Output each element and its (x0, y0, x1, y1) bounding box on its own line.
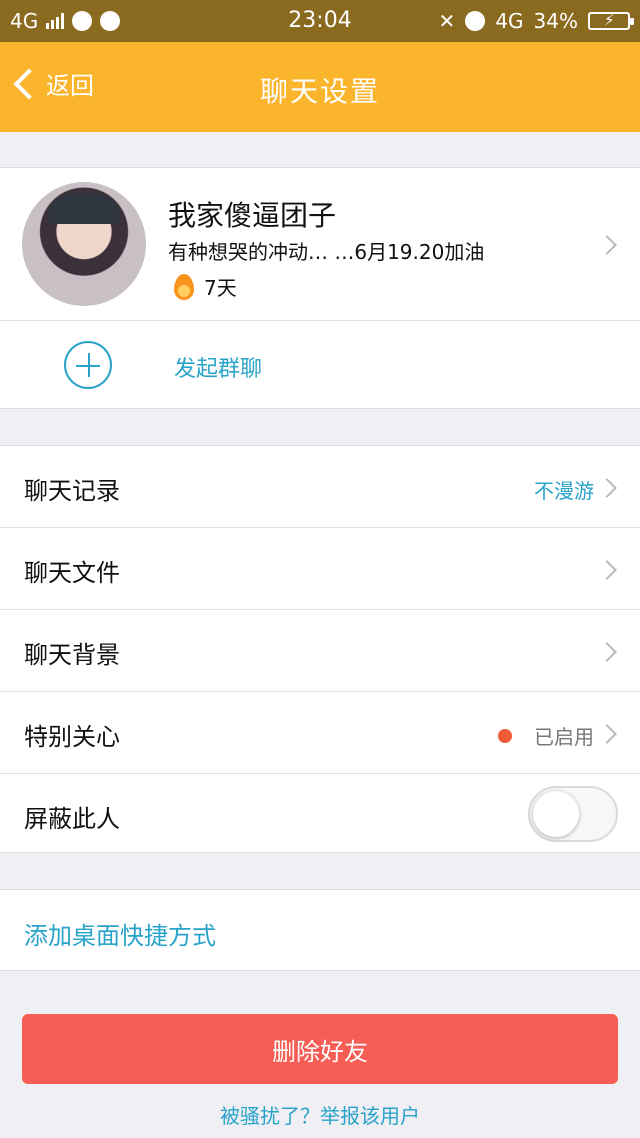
report-user-link[interactable]: 被骚扰了？举报该用户 (0, 1100, 640, 1129)
special-care-row[interactable]: 特别关心 已启用 (0, 692, 640, 774)
plus-circle-icon[interactable] (64, 341, 112, 389)
chat-history-label: 聊天记录 (24, 477, 120, 505)
avatar[interactable] (22, 182, 146, 306)
special-care-value: 已启用 (534, 725, 594, 749)
flame-icon (174, 273, 194, 300)
start-group-chat-label[interactable]: 发起群聊 (174, 351, 262, 383)
chevron-right-icon (597, 642, 617, 662)
start-group-chat-row[interactable]: 发起群聊 (0, 321, 640, 409)
chat-files-row[interactable]: 聊天文件 (0, 528, 640, 610)
settings-list: 聊天记录 不漫游 聊天文件 聊天背景 特别关心 已启用 屏蔽此人 (0, 445, 640, 853)
profile-name[interactable]: 我家傻逼团子 (168, 194, 336, 234)
page-title: 聊天设置 (259, 75, 380, 108)
block-user-label: 屏蔽此人 (24, 805, 120, 833)
profile-card: 我家傻逼团子 有种想哭的冲动… …6月19.20加油 7天 发起群聊 (0, 167, 640, 409)
delete-friend-button[interactable]: 删除好友 (22, 1014, 618, 1084)
status-right: ✕ 4G 34% ⚡ (438, 9, 634, 33)
battery-percent: 34% (533, 9, 578, 33)
toggle-knob (533, 791, 579, 837)
status-bar: 4G 23:04 ✕ 4G 34% ⚡ (0, 0, 640, 42)
network-label-right: 4G (495, 9, 524, 33)
profile-chevron-icon[interactable] (597, 235, 617, 255)
delete-friend-label: 删除好友 (272, 1037, 368, 1066)
profile-signature: 有种想哭的冲动… …6月19.20加油 (168, 240, 485, 264)
chevron-right-icon (597, 478, 617, 498)
battery-icon: ⚡ (588, 11, 634, 30)
mute-icon: ✕ (438, 9, 456, 33)
chat-background-row[interactable]: 聊天背景 (0, 610, 640, 692)
status-dot-icon (498, 729, 512, 743)
add-shortcut-label[interactable]: 添加桌面快捷方式 (24, 916, 216, 951)
chevron-right-icon (597, 560, 617, 580)
special-care-label: 特别关心 (24, 723, 120, 751)
block-user-row: 屏蔽此人 (0, 774, 640, 856)
chat-files-label: 聊天文件 (24, 559, 120, 587)
alarm-icon (465, 11, 486, 31)
streak: 7天 (174, 272, 237, 301)
chevron-right-icon (597, 724, 617, 744)
chat-history-value: 不漫游 (534, 479, 594, 503)
nav-bar: 返回 聊天设置 (0, 42, 640, 132)
block-user-toggle[interactable] (528, 786, 618, 842)
shortcut-row[interactable]: 添加桌面快捷方式 (0, 889, 640, 971)
chat-background-label: 聊天背景 (24, 641, 120, 669)
streak-days: 7天 (204, 276, 237, 300)
chat-history-row[interactable]: 聊天记录 不漫游 (0, 446, 640, 528)
